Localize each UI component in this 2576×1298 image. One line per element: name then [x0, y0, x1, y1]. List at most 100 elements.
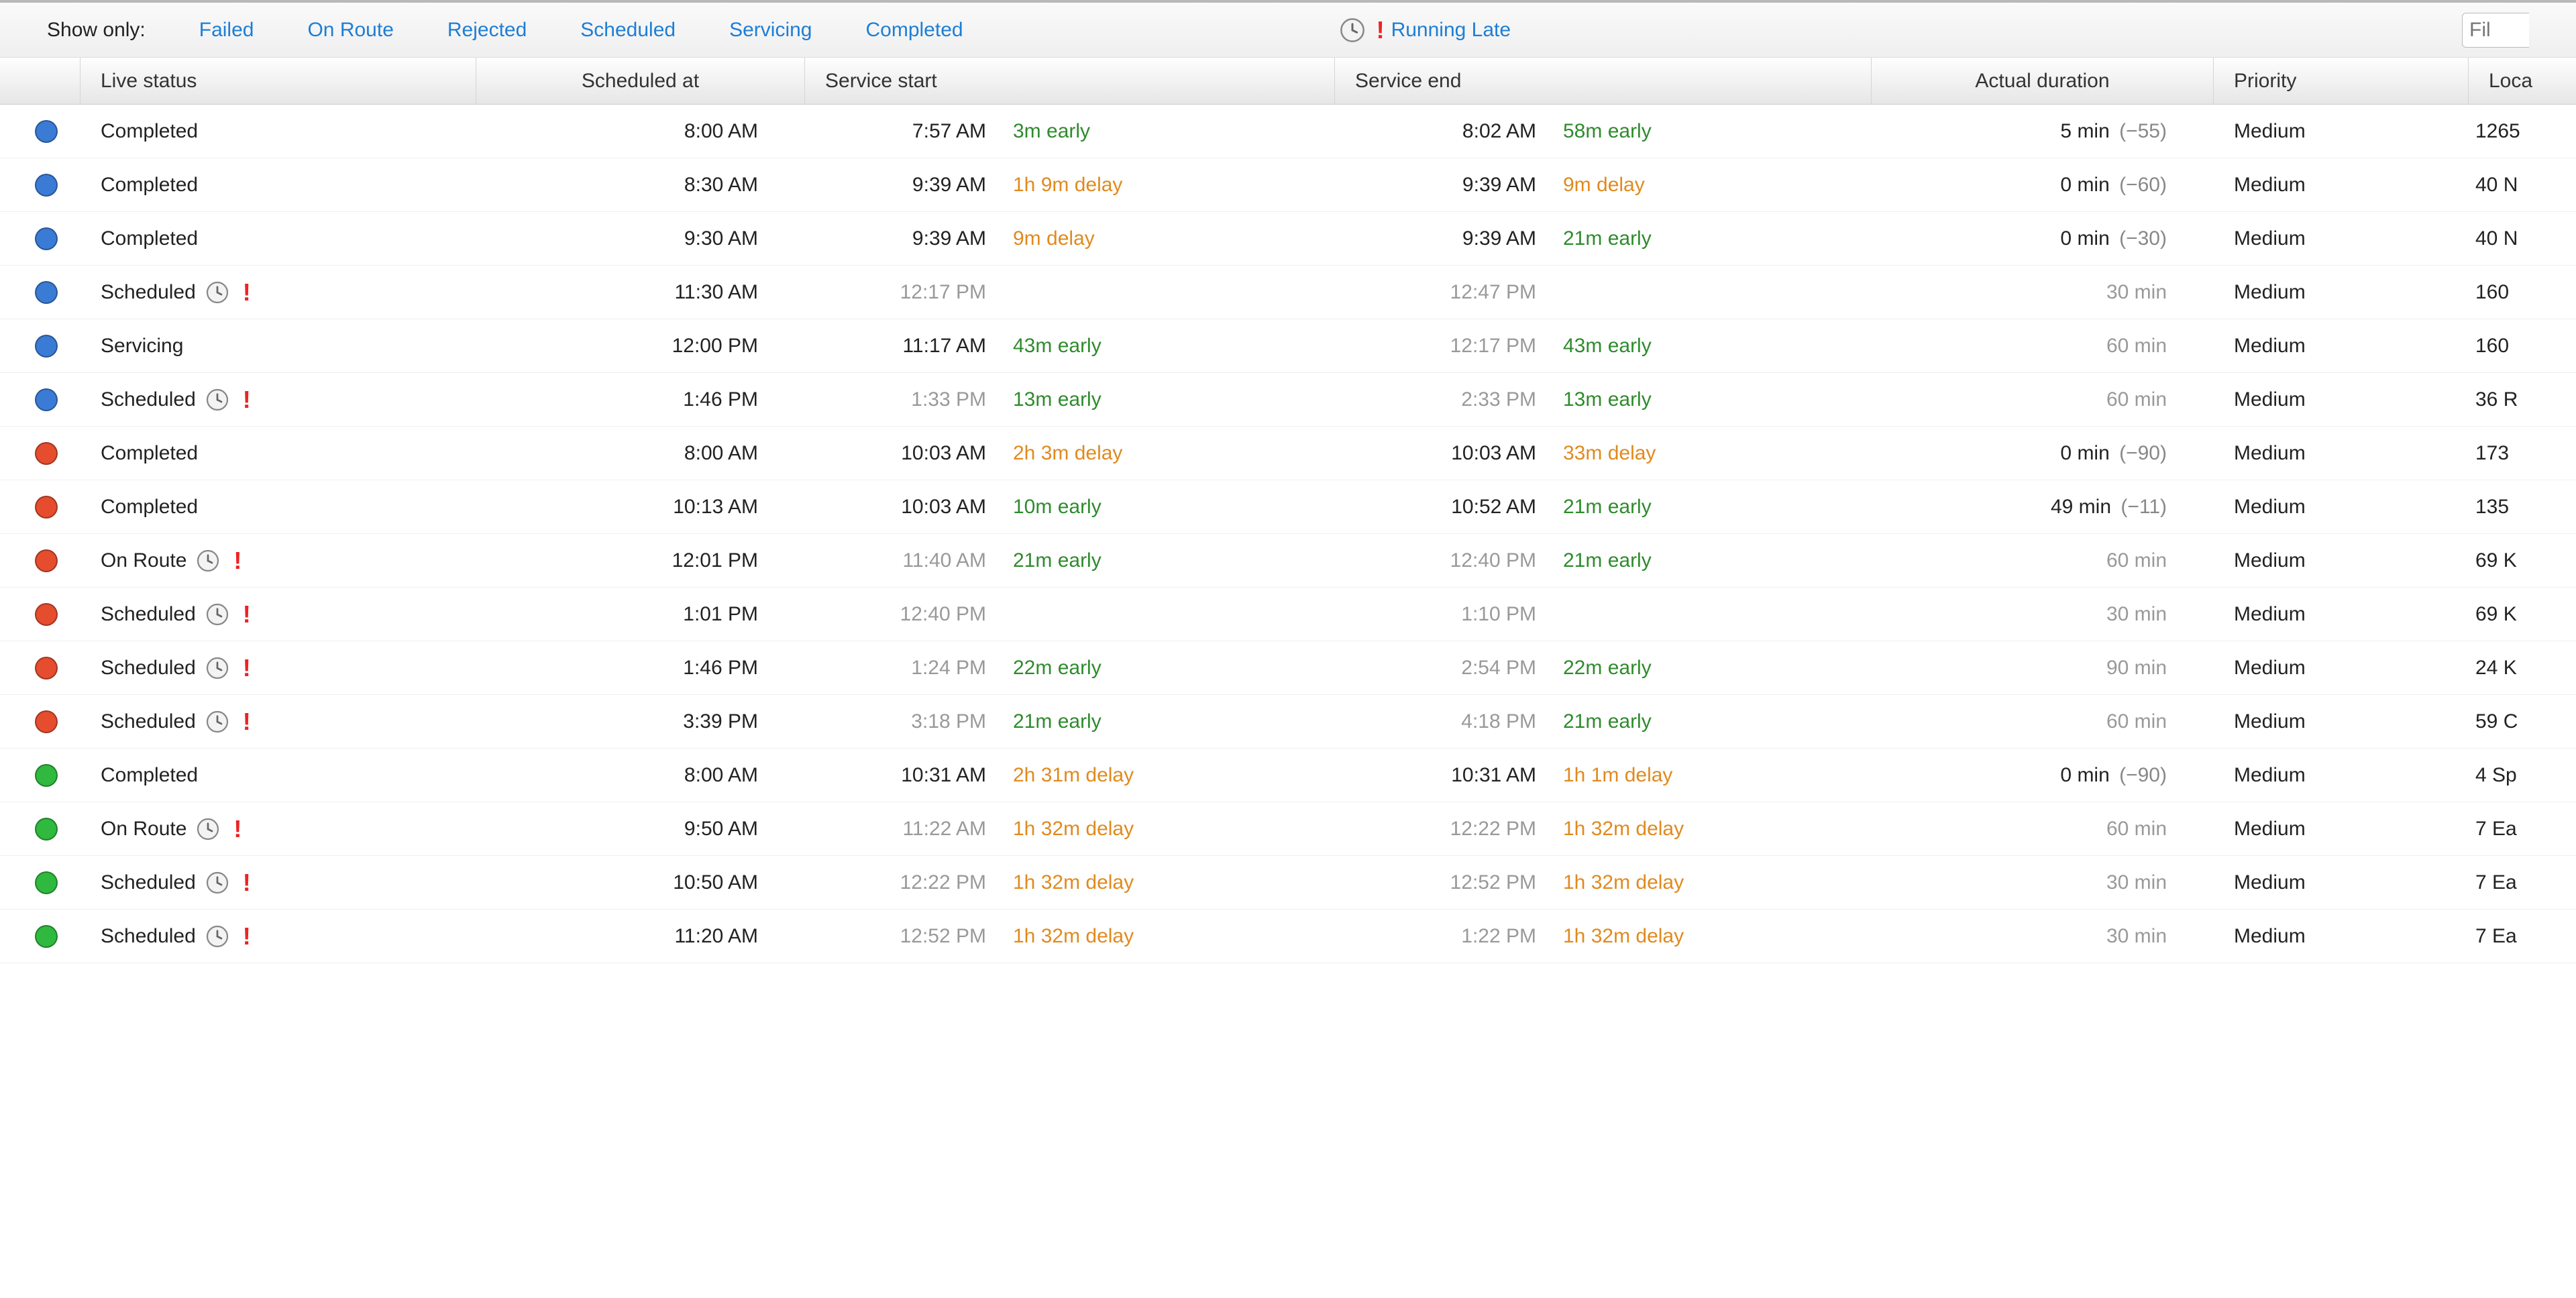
header-priority[interactable]: Priority: [2214, 58, 2469, 104]
location-cell: 36 R: [2469, 388, 2576, 411]
table-row[interactable]: Completed8:00 AM10:03 AM2h 3m delay10:03…: [0, 427, 2576, 480]
status-dot: [35, 657, 58, 680]
filter-scheduled[interactable]: Scheduled: [580, 19, 676, 42]
actual-duration-cell: 60 min: [1872, 335, 2214, 358]
service-end-cell: 12:52 PM1h 32m delay: [1335, 871, 1872, 894]
service-start-cell: 7:57 AM3m early: [805, 120, 1335, 143]
actual-duration-cell: 30 min: [1872, 281, 2214, 304]
service-start-delta: 9m delay: [1013, 227, 1095, 250]
table-row[interactable]: Scheduled!10:50 AM12:22 PM1h 32m delay12…: [0, 856, 2576, 910]
service-end-delta: 13m early: [1563, 388, 1652, 411]
scheduled-at-cell: 1:46 PM: [476, 388, 805, 411]
table-row[interactable]: Completed8:00 AM10:31 AM2h 31m delay10:3…: [0, 749, 2576, 802]
duration-value: 5 min: [2060, 120, 2109, 142]
status-dot-cell: [0, 335, 80, 358]
priority-cell: Medium: [2214, 227, 2469, 250]
service-start-cell: 1:33 PM13m early: [805, 388, 1335, 411]
live-status-text: Completed: [101, 442, 198, 465]
filter-completed[interactable]: Completed: [865, 19, 963, 42]
status-dot-cell: [0, 281, 80, 304]
service-end-time: 2:54 PM: [1368, 657, 1556, 680]
header-service-start[interactable]: Service start: [805, 58, 1335, 104]
service-end-delta: 1h 32m delay: [1563, 818, 1684, 841]
live-status-cell: Completed: [80, 120, 476, 143]
actual-duration-cell: 30 min: [1872, 925, 2214, 948]
clock-icon: [205, 924, 229, 949]
filter-rejected[interactable]: Rejected: [447, 19, 527, 42]
header-live-status[interactable]: Live status: [80, 58, 476, 104]
status-dot-cell: [0, 120, 80, 143]
service-end-cell: 8:02 AM58m early: [1335, 120, 1872, 143]
filter-on-route[interactable]: On Route: [307, 19, 393, 42]
table-row[interactable]: Scheduled!1:46 PM1:24 PM22m early2:54 PM…: [0, 641, 2576, 695]
actual-duration-cell: 90 min: [1872, 657, 2214, 680]
table-row[interactable]: Completed10:13 AM10:03 AM10m early10:52 …: [0, 480, 2576, 534]
filter-search-box[interactable]: [2462, 13, 2529, 48]
service-end-cell: 12:47 PM: [1335, 281, 1872, 304]
priority-cell: Medium: [2214, 764, 2469, 787]
table-row[interactable]: Scheduled!3:39 PM3:18 PM21m early4:18 PM…: [0, 695, 2576, 749]
table-row[interactable]: On Route!12:01 PM11:40 AM21m early12:40 …: [0, 534, 2576, 588]
duration-value: 0 min: [2060, 764, 2109, 786]
service-start-delta: 1h 32m delay: [1013, 871, 1134, 894]
service-end-delta: 21m early: [1563, 549, 1652, 572]
service-start-time: 9:39 AM: [818, 227, 1006, 250]
live-status-cell: Completed: [80, 442, 476, 465]
table-row[interactable]: Servicing12:00 PM11:17 AM43m early12:17 …: [0, 319, 2576, 373]
filter-search-input[interactable]: [2462, 13, 2529, 48]
scheduled-at-cell: 8:30 AM: [476, 174, 805, 197]
service-start-cell: 3:18 PM21m early: [805, 710, 1335, 733]
header-scheduled-at[interactable]: Scheduled at: [476, 58, 805, 104]
status-dot: [35, 710, 58, 733]
header-location[interactable]: Loca: [2469, 58, 2576, 104]
duration-value: 30 min: [2106, 603, 2167, 625]
service-end-cell: 9:39 AM9m delay: [1335, 174, 1872, 197]
table-row[interactable]: Completed8:30 AM9:39 AM1h 9m delay9:39 A…: [0, 158, 2576, 212]
table-row[interactable]: Scheduled!1:46 PM1:33 PM13m early2:33 PM…: [0, 373, 2576, 427]
live-status-text: Scheduled: [101, 657, 196, 680]
scheduled-at-cell: 11:20 AM: [476, 925, 805, 948]
status-dot: [35, 496, 58, 519]
status-dot: [35, 442, 58, 465]
live-status-text: Servicing: [101, 335, 183, 358]
table-row[interactable]: Completed9:30 AM9:39 AM9m delay9:39 AM21…: [0, 212, 2576, 266]
location-cell: 160: [2469, 281, 2576, 304]
status-dot: [35, 603, 58, 626]
filter-running-late[interactable]: ! Running Late: [1339, 16, 1511, 44]
filter-toolbar: Show only: Failed On Route Rejected Sche…: [0, 3, 2576, 58]
status-dot-cell: [0, 657, 80, 680]
table-row[interactable]: Scheduled!1:01 PM12:40 PM1:10 PM30 minMe…: [0, 588, 2576, 641]
status-dot: [35, 227, 58, 250]
actual-duration-cell: 60 min: [1872, 388, 2214, 411]
status-dot-cell: [0, 764, 80, 787]
service-end-cell: 10:03 AM33m delay: [1335, 442, 1872, 465]
table-row[interactable]: Scheduled!11:20 AM12:52 PM1h 32m delay1:…: [0, 910, 2576, 963]
table-row[interactable]: On Route!9:50 AM11:22 AM1h 32m delay12:2…: [0, 802, 2576, 856]
live-status-text: On Route: [101, 549, 186, 572]
service-start-time: 10:03 AM: [818, 496, 1006, 519]
table-row[interactable]: Completed8:00 AM7:57 AM3m early8:02 AM58…: [0, 105, 2576, 158]
status-dot: [35, 818, 58, 841]
priority-cell: Medium: [2214, 120, 2469, 143]
duration-value: 30 min: [2106, 281, 2167, 303]
actual-duration-cell: 60 min: [1872, 549, 2214, 572]
filter-servicing[interactable]: Servicing: [729, 19, 812, 42]
service-end-time: 4:18 PM: [1368, 710, 1556, 733]
service-start-delta: 10m early: [1013, 496, 1102, 519]
live-status-cell: Scheduled!: [80, 600, 476, 629]
status-dot: [35, 174, 58, 197]
scheduled-at-cell: 12:01 PM: [476, 549, 805, 572]
status-dot-cell: [0, 818, 80, 841]
header-service-end[interactable]: Service end: [1335, 58, 1872, 104]
service-start-time: 11:17 AM: [818, 335, 1006, 358]
table-body: Completed8:00 AM7:57 AM3m early8:02 AM58…: [0, 105, 2576, 963]
service-start-delta: 1h 32m delay: [1013, 818, 1134, 841]
priority-cell: Medium: [2214, 549, 2469, 572]
status-dot: [35, 281, 58, 304]
header-status-indicator[interactable]: [0, 58, 80, 104]
live-status-text: Scheduled: [101, 710, 196, 733]
table-row[interactable]: Scheduled!11:30 AM12:17 PM12:47 PM30 min…: [0, 266, 2576, 319]
location-cell: 4 Sp: [2469, 764, 2576, 787]
header-actual-duration[interactable]: Actual duration: [1872, 58, 2214, 104]
filter-failed[interactable]: Failed: [199, 19, 254, 42]
